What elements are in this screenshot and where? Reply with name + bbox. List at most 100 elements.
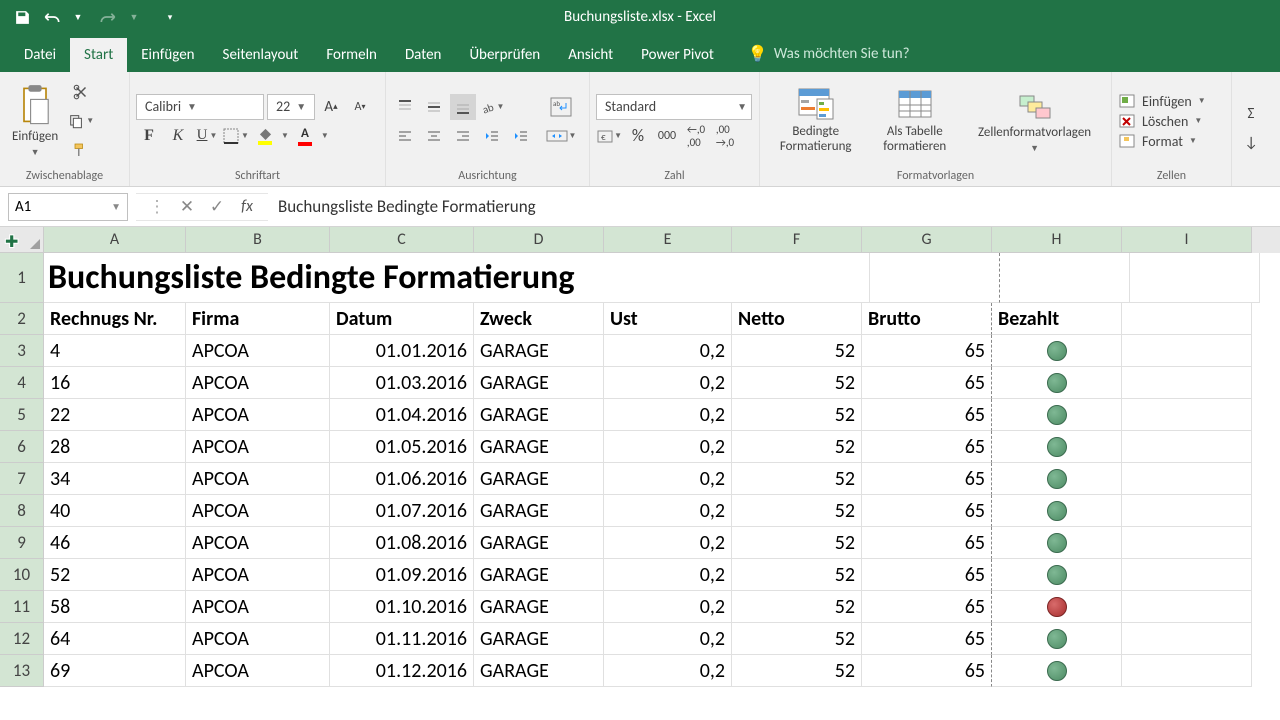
cell[interactable]: 64 <box>44 623 186 655</box>
wrap-text-button[interactable]: ab <box>544 94 578 120</box>
cells-delete-button[interactable]: Löschen ▼ <box>1118 113 1225 130</box>
cell[interactable]: 52 <box>732 431 862 463</box>
qat-customize[interactable]: ▾ <box>156 3 184 31</box>
cell[interactable]: 01.10.2016 <box>330 591 474 623</box>
col-header-I[interactable]: I <box>1122 227 1252 253</box>
cell[interactable]: APCOA <box>186 367 330 399</box>
row-header-5[interactable]: 5 <box>0 399 44 431</box>
cell[interactable]: APCOA <box>186 527 330 559</box>
cell[interactable]: 65 <box>862 495 992 527</box>
font-size-combo[interactable]: 22▼ <box>267 94 315 120</box>
cell[interactable]: GARAGE <box>474 655 604 687</box>
header-cell[interactable]: Brutto <box>862 303 992 335</box>
tell-me-search[interactable]: 💡 Was möchten Sie tun? <box>748 36 910 72</box>
header-cell[interactable]: Netto <box>732 303 862 335</box>
cell[interactable] <box>992 591 1122 623</box>
paste-button[interactable]: Einfügen ▼ <box>6 84 64 158</box>
formula-expand-icon[interactable]: ⋮ <box>142 194 172 220</box>
cell[interactable]: 65 <box>862 655 992 687</box>
cell[interactable] <box>992 559 1122 591</box>
italic-button[interactable]: K <box>165 123 191 149</box>
cell[interactable]: 52 <box>732 367 862 399</box>
number-format-combo[interactable]: Standard▼ <box>596 94 752 120</box>
cell[interactable]: 0,2 <box>604 463 732 495</box>
cell[interactable]: 01.06.2016 <box>330 463 474 495</box>
cell[interactable] <box>992 399 1122 431</box>
cell[interactable]: GARAGE <box>474 463 604 495</box>
row-header-4[interactable]: 4 <box>0 367 44 399</box>
cell[interactable]: GARAGE <box>474 559 604 591</box>
row-header-12[interactable]: 12 <box>0 623 44 655</box>
row-header-10[interactable]: 10 <box>0 559 44 591</box>
cell[interactable]: 01.07.2016 <box>330 495 474 527</box>
redo-button[interactable] <box>94 3 122 31</box>
decrease-font-button[interactable]: A▾ <box>347 94 373 120</box>
fill-color-button[interactable] <box>252 123 278 149</box>
cell[interactable]: 01.05.2016 <box>330 431 474 463</box>
cell[interactable]: 34 <box>44 463 186 495</box>
copy-button[interactable]: ▼ <box>68 108 94 134</box>
select-all-button[interactable]: ✚ <box>0 227 44 253</box>
header-cell[interactable]: Datum <box>330 303 474 335</box>
cell[interactable]: APCOA <box>186 591 330 623</box>
cell[interactable]: 0,2 <box>604 655 732 687</box>
col-header-G[interactable]: G <box>862 227 992 253</box>
name-box[interactable]: A1▼ <box>8 193 128 221</box>
cancel-button[interactable]: ✕ <box>172 194 202 220</box>
row-header-11[interactable]: 11 <box>0 591 44 623</box>
underline-button[interactable]: U▼ <box>194 123 220 149</box>
cell[interactable]: GARAGE <box>474 399 604 431</box>
cell[interactable]: 01.08.2016 <box>330 527 474 559</box>
orientation-button[interactable]: ab ▼ <box>479 94 505 120</box>
row-header-8[interactable]: 8 <box>0 495 44 527</box>
tab-powerpivot[interactable]: Power Pivot <box>627 38 728 72</box>
header-cell[interactable]: Zweck <box>474 303 604 335</box>
col-header-B[interactable]: B <box>186 227 330 253</box>
increase-decimal-button[interactable]: ←,0,00 <box>683 123 709 149</box>
cell[interactable]: 01.09.2016 <box>330 559 474 591</box>
decrease-indent-button[interactable] <box>479 123 505 149</box>
cell[interactable]: 01.01.2016 <box>330 335 474 367</box>
cell[interactable]: 52 <box>732 495 862 527</box>
cell[interactable]: 52 <box>732 623 862 655</box>
align-left-button[interactable] <box>392 123 418 149</box>
row-header-6[interactable]: 6 <box>0 431 44 463</box>
col-header-F[interactable]: F <box>732 227 862 253</box>
cell[interactable]: 65 <box>862 399 992 431</box>
cell[interactable]: 0,2 <box>604 335 732 367</box>
cell[interactable]: APCOA <box>186 431 330 463</box>
cell[interactable]: GARAGE <box>474 591 604 623</box>
tab-insert[interactable]: Einfügen <box>127 38 208 72</box>
col-header-D[interactable]: D <box>474 227 604 253</box>
cell[interactable]: 0,2 <box>604 623 732 655</box>
cell[interactable]: GARAGE <box>474 335 604 367</box>
align-center-button[interactable] <box>421 123 447 149</box>
cell[interactable]: 0,2 <box>604 495 732 527</box>
cell[interactable]: 52 <box>44 559 186 591</box>
cell[interactable]: GARAGE <box>474 623 604 655</box>
col-header-H[interactable]: H <box>992 227 1122 253</box>
row-header-1[interactable]: 1 <box>0 253 44 303</box>
formula-input[interactable]: Buchungsliste Bedingte Formatierung <box>268 193 1280 221</box>
cell[interactable]: 0,2 <box>604 367 732 399</box>
accounting-format-button[interactable]: € ▼ <box>596 123 622 149</box>
undo-dropdown[interactable]: ▼ <box>64 3 92 31</box>
align-middle-button[interactable] <box>421 94 447 120</box>
cell[interactable]: APCOA <box>186 335 330 367</box>
row-header-2[interactable]: 2 <box>0 303 44 335</box>
cell[interactable]: 0,2 <box>604 559 732 591</box>
cell[interactable]: 01.12.2016 <box>330 655 474 687</box>
cell[interactable]: 65 <box>862 463 992 495</box>
col-header-E[interactable]: E <box>604 227 732 253</box>
tab-file[interactable]: Datei <box>10 38 70 72</box>
cell[interactable] <box>992 527 1122 559</box>
cell[interactable]: 4 <box>44 335 186 367</box>
cell[interactable]: GARAGE <box>474 431 604 463</box>
cut-button[interactable] <box>68 79 94 105</box>
cell[interactable]: 0,2 <box>604 527 732 559</box>
cell[interactable] <box>992 623 1122 655</box>
tab-view[interactable]: Ansicht <box>554 38 627 72</box>
cell[interactable]: 52 <box>732 463 862 495</box>
cell[interactable]: 0,2 <box>604 591 732 623</box>
cells-insert-button[interactable]: Einfügen ▼ <box>1118 93 1225 110</box>
